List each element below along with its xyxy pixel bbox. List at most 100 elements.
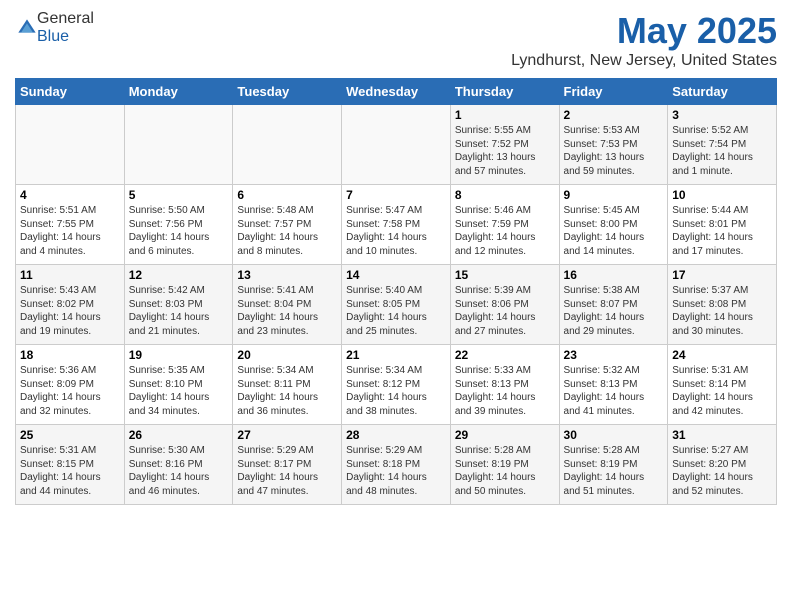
calendar-cell: 16Sunrise: 5:38 AMSunset: 8:07 PMDayligh… xyxy=(559,265,668,345)
calendar-week-row: 1Sunrise: 5:55 AMSunset: 7:52 PMDaylight… xyxy=(16,105,777,185)
calendar-cell xyxy=(233,105,342,185)
day-number: 31 xyxy=(672,428,772,442)
calendar-week-row: 25Sunrise: 5:31 AMSunset: 8:15 PMDayligh… xyxy=(16,425,777,505)
day-info: Sunrise: 5:31 AMSunset: 8:15 PMDaylight:… xyxy=(20,444,120,498)
day-info: Sunrise: 5:44 AMSunset: 8:01 PMDaylight:… xyxy=(672,204,772,258)
day-info: Sunrise: 5:51 AMSunset: 7:55 PMDaylight:… xyxy=(20,204,120,258)
day-number: 30 xyxy=(564,428,664,442)
logo: General Blue xyxy=(15,10,94,46)
calendar-cell: 8 Sunrise: 5:46 AMSunset: 7:59 PMDaylight… xyxy=(450,185,559,265)
day-info: Sunrise: 5:34 AMSunset: 8:11 PMDaylight:… xyxy=(237,364,337,418)
day-number: 10 xyxy=(672,188,772,202)
day-number: 6 xyxy=(237,188,337,202)
day-of-week-header: Thursday xyxy=(450,79,559,105)
logo-icon xyxy=(17,18,37,38)
day-info: Sunrise: 5:39 AMSunset: 8:06 PMDaylight:… xyxy=(455,284,555,338)
day-number: 24 xyxy=(672,348,772,362)
day-info: Sunrise: 5:30 AMSunset: 8:16 PMDaylight:… xyxy=(129,444,229,498)
calendar-cell xyxy=(342,105,451,185)
calendar-week-row: 4Sunrise: 5:51 AMSunset: 7:55 PMDaylight… xyxy=(16,185,777,265)
calendar-cell: 14Sunrise: 5:40 AMSunset: 8:05 PMDayligh… xyxy=(342,265,451,345)
day-number: 13 xyxy=(237,268,337,282)
calendar-cell: 24Sunrise: 5:31 AMSunset: 8:14 PMDayligh… xyxy=(668,345,777,425)
logo-blue: Blue xyxy=(37,28,69,45)
calendar-cell: 31Sunrise: 5:27 AMSunset: 8:20 PMDayligh… xyxy=(668,425,777,505)
day-info: Sunrise: 5:28 AMSunset: 8:19 PMDaylight:… xyxy=(564,444,664,498)
calendar-cell: 4Sunrise: 5:51 AMSunset: 7:55 PMDaylight… xyxy=(16,185,125,265)
day-number: 23 xyxy=(564,348,664,362)
day-info: Sunrise: 5:37 AMSunset: 8:08 PMDaylight:… xyxy=(672,284,772,338)
day-info: Sunrise: 5:55 AMSunset: 7:52 PMDaylight:… xyxy=(455,124,555,178)
calendar-body: 1Sunrise: 5:55 AMSunset: 7:52 PMDaylight… xyxy=(16,105,777,505)
day-info: Sunrise: 5:41 AMSunset: 8:04 PMDaylight:… xyxy=(237,284,337,338)
calendar-header: SundayMondayTuesdayWednesdayThursdayFrid… xyxy=(16,79,777,105)
days-of-week-row: SundayMondayTuesdayWednesdayThursdayFrid… xyxy=(16,79,777,105)
day-info: Sunrise: 5:47 AMSunset: 7:58 PMDaylight:… xyxy=(346,204,446,258)
day-info: Sunrise: 5:42 AMSunset: 8:03 PMDaylight:… xyxy=(129,284,229,338)
calendar-cell xyxy=(124,105,233,185)
location-subtitle: Lyndhurst, New Jersey, United States xyxy=(511,52,777,70)
day-info: Sunrise: 5:34 AMSunset: 8:12 PMDaylight:… xyxy=(346,364,446,418)
calendar-cell: 9 Sunrise: 5:45 AMSunset: 8:00 PMDaylight… xyxy=(559,185,668,265)
calendar-cell: 20Sunrise: 5:34 AMSunset: 8:11 PMDayligh… xyxy=(233,345,342,425)
calendar-cell: 17 Sunrise: 5:37 AMSunset: 8:08 PMDayligh… xyxy=(668,265,777,345)
day-number: 12 xyxy=(129,268,229,282)
day-of-week-header: Friday xyxy=(559,79,668,105)
day-info: Sunrise: 5:48 AMSunset: 7:57 PMDaylight:… xyxy=(237,204,337,258)
calendar-cell: 19 Sunrise: 5:35 AMSunset: 8:10 PMDayligh… xyxy=(124,345,233,425)
calendar-cell: 23 Sunrise: 5:32 AMSunset: 8:13 PMDayligh… xyxy=(559,345,668,425)
calendar-cell: 15 Sunrise: 5:39 AMSunset: 8:06 PMDayligh… xyxy=(450,265,559,345)
day-number: 8 xyxy=(455,188,555,202)
day-number: 3 xyxy=(672,108,772,122)
day-number: 27 xyxy=(237,428,337,442)
calendar-cell: 29Sunrise: 5:28 AMSunset: 8:19 PMDayligh… xyxy=(450,425,559,505)
day-number: 19 xyxy=(129,348,229,362)
day-info: Sunrise: 5:45 AMSunset: 8:00 PMDaylight:… xyxy=(564,204,664,258)
calendar-cell: 12 Sunrise: 5:42 AMSunset: 8:03 PMDayligh… xyxy=(124,265,233,345)
calendar-table: SundayMondayTuesdayWednesdayThursdayFrid… xyxy=(15,78,777,505)
calendar-cell xyxy=(16,105,125,185)
day-info: Sunrise: 5:29 AMSunset: 8:17 PMDaylight:… xyxy=(237,444,337,498)
day-of-week-header: Tuesday xyxy=(233,79,342,105)
day-number: 7 xyxy=(346,188,446,202)
day-info: Sunrise: 5:46 AMSunset: 7:59 PMDaylight:… xyxy=(455,204,555,258)
day-of-week-header: Saturday xyxy=(668,79,777,105)
page: General Blue May 2025 Lyndhurst, New Jer… xyxy=(0,0,792,612)
day-number: 15 xyxy=(455,268,555,282)
calendar-cell: 13 Sunrise: 5:41 AMSunset: 8:04 PMDayligh… xyxy=(233,265,342,345)
day-number: 29 xyxy=(455,428,555,442)
calendar-cell: 27 Sunrise: 5:29 AMSunset: 8:17 PMDayligh… xyxy=(233,425,342,505)
day-info: Sunrise: 5:50 AMSunset: 7:56 PMDaylight:… xyxy=(129,204,229,258)
calendar-cell: 18Sunrise: 5:36 AMSunset: 8:09 PMDayligh… xyxy=(16,345,125,425)
day-number: 22 xyxy=(455,348,555,362)
day-info: Sunrise: 5:43 AMSunset: 8:02 PMDaylight:… xyxy=(20,284,120,338)
day-number: 17 xyxy=(672,268,772,282)
day-number: 16 xyxy=(564,268,664,282)
day-number: 21 xyxy=(346,348,446,362)
day-info: Sunrise: 5:52 AMSunset: 7:54 PMDaylight:… xyxy=(672,124,772,178)
day-info: Sunrise: 5:53 AMSunset: 7:53 PMDaylight:… xyxy=(564,124,664,178)
day-number: 9 xyxy=(564,188,664,202)
calendar-cell: 6 Sunrise: 5:48 AMSunset: 7:57 PMDaylight… xyxy=(233,185,342,265)
calendar-cell: 11Sunrise: 5:43 AMSunset: 8:02 PMDayligh… xyxy=(16,265,125,345)
day-of-week-header: Monday xyxy=(124,79,233,105)
day-number: 5 xyxy=(129,188,229,202)
logo-text: General Blue xyxy=(37,10,94,46)
day-of-week-header: Sunday xyxy=(16,79,125,105)
calendar-week-row: 11Sunrise: 5:43 AMSunset: 8:02 PMDayligh… xyxy=(16,265,777,345)
main-title: May 2025 xyxy=(511,10,777,52)
day-number: 18 xyxy=(20,348,120,362)
day-number: 26 xyxy=(129,428,229,442)
day-info: Sunrise: 5:32 AMSunset: 8:13 PMDaylight:… xyxy=(564,364,664,418)
calendar-cell: 26 Sunrise: 5:30 AMSunset: 8:16 PMDayligh… xyxy=(124,425,233,505)
calendar-cell: 10 Sunrise: 5:44 AMSunset: 8:01 PMDayligh… xyxy=(668,185,777,265)
calendar-cell: 28Sunrise: 5:29 AMSunset: 8:18 PMDayligh… xyxy=(342,425,451,505)
calendar-cell: 25Sunrise: 5:31 AMSunset: 8:15 PMDayligh… xyxy=(16,425,125,505)
logo-general: General xyxy=(37,10,94,27)
day-info: Sunrise: 5:40 AMSunset: 8:05 PMDaylight:… xyxy=(346,284,446,338)
header: General Blue May 2025 Lyndhurst, New Jer… xyxy=(15,10,777,70)
calendar-cell: 3 Sunrise: 5:52 AMSunset: 7:54 PMDaylight… xyxy=(668,105,777,185)
title-block: May 2025 Lyndhurst, New Jersey, United S… xyxy=(511,10,777,70)
day-info: Sunrise: 5:35 AMSunset: 8:10 PMDaylight:… xyxy=(129,364,229,418)
day-number: 28 xyxy=(346,428,446,442)
